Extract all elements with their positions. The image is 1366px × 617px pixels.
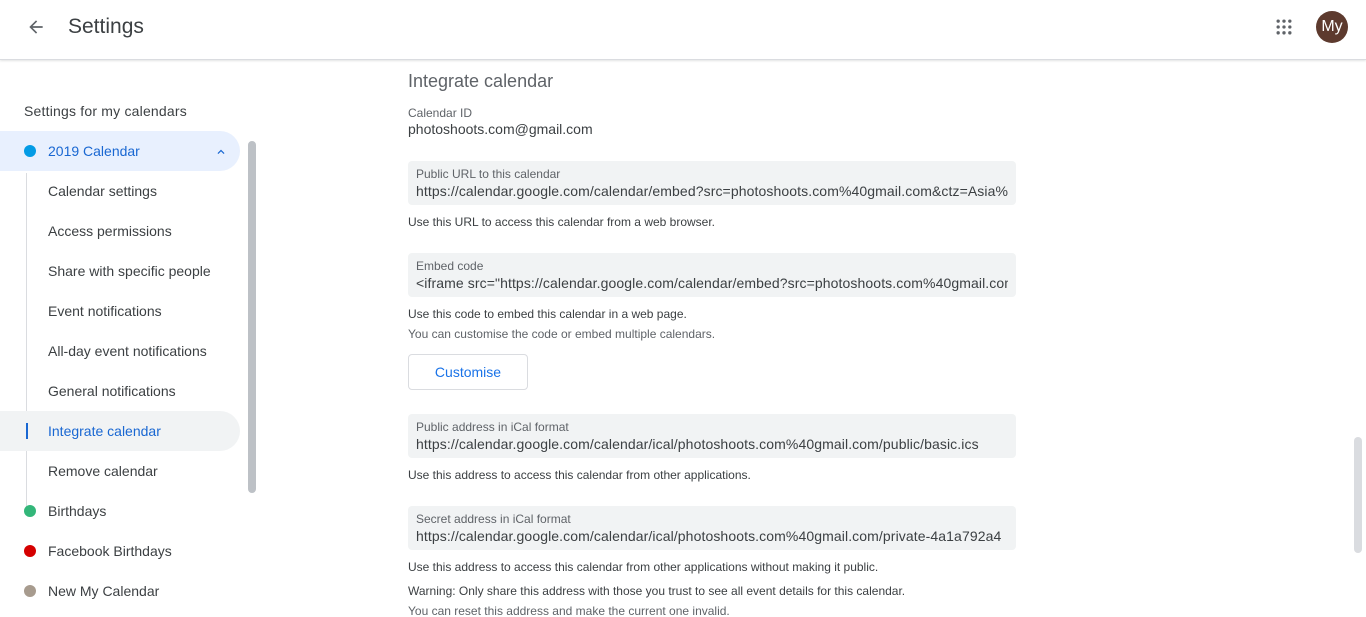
ical-secret-warning: Warning: Only share this address with th…: [408, 584, 906, 598]
selection-indicator: [26, 423, 28, 439]
ical-secret-field[interactable]: Secret address in iCal format https://ca…: [408, 506, 1016, 550]
embed-code-hint-secondary: You can customise the code or embed mult…: [408, 327, 716, 341]
embed-code-label: Embed code: [416, 259, 484, 273]
page-scrollbar[interactable]: [1354, 437, 1362, 553]
embed-code-value[interactable]: <iframe src="https://calendar.google.com…: [416, 275, 1008, 291]
calendar-id-label: Calendar ID: [408, 106, 473, 120]
public-url-field[interactable]: Public URL to this calendar https://cale…: [408, 161, 1016, 205]
public-url-label: Public URL to this calendar: [416, 167, 561, 181]
account-avatar[interactable]: My: [1316, 11, 1348, 43]
embed-code-field[interactable]: Embed code <iframe src="https://calendar…: [408, 253, 1016, 297]
ical-secret-reset-note: You can reset this address and make the …: [408, 604, 730, 617]
sidebar-heading: Settings for my calendars: [24, 103, 187, 119]
section-title: Integrate calendar: [408, 71, 554, 91]
sidebar-item-label: Access permissions: [48, 223, 172, 239]
sidebar-item-facebook-birthdays[interactable]: Facebook Birthdays: [0, 531, 240, 571]
sidebar-item-label: Facebook Birthdays: [48, 543, 172, 559]
ical-public-value[interactable]: https://calendar.google.com/calendar/ica…: [416, 436, 1008, 452]
apps-launcher-button[interactable]: [1268, 11, 1300, 43]
page-title: Settings: [68, 15, 144, 38]
sidebar-scrollbar[interactable]: [248, 141, 256, 493]
sidebar-item-label: New My Calendar: [48, 583, 160, 599]
calendar-color-dot: [24, 505, 36, 517]
sidebar-item-access-permissions[interactable]: Access permissions: [0, 211, 240, 251]
calendar-color-dot: [24, 145, 36, 157]
apps-grid-icon: [1276, 19, 1292, 35]
sidebar-item-label: All-day event notifications: [48, 343, 207, 359]
sidebar-item-label: Birthdays: [48, 503, 107, 519]
public-url-value[interactable]: https://calendar.google.com/calendar/emb…: [416, 183, 1008, 199]
sidebar-item-label: Event notifications: [48, 303, 162, 319]
ical-secret-hint: Use this address to access this calendar…: [408, 560, 879, 574]
calendar-color-dot: [24, 585, 36, 597]
sidebar-item-all-day-event-notifications[interactable]: All-day event notifications: [0, 331, 240, 371]
sidebar-item-integrate-calendar[interactable]: Integrate calendar: [0, 411, 240, 451]
sidebar-item-label: Calendar settings: [48, 183, 157, 199]
sidebar-item-label: Integrate calendar: [48, 423, 161, 439]
sidebar-item-general-notifications[interactable]: General notifications: [0, 371, 240, 411]
ical-public-field[interactable]: Public address in iCal format https://ca…: [408, 414, 1016, 458]
embed-code-hint: Use this code to embed this calendar in …: [408, 307, 687, 321]
sidebar-item-label: 2019 Calendar: [48, 143, 140, 159]
ical-secret-label: Secret address in iCal format: [416, 512, 571, 526]
settings-main: Integrate calendar Calendar ID photoshoo…: [408, 61, 1308, 617]
chevron-up-icon[interactable]: [214, 145, 228, 159]
arrow-back-icon: [29, 20, 43, 34]
sidebar-item-remove-calendar[interactable]: Remove calendar: [0, 451, 240, 491]
customise-button[interactable]: Customise: [408, 354, 528, 390]
settings-sidebar: Settings for my calendars 2019 Calendar …: [0, 61, 258, 617]
sidebar-item-birthdays[interactable]: Birthdays: [0, 491, 240, 531]
ical-public-hint: Use this address to access this calendar…: [408, 468, 751, 482]
calendar-id-value: photoshoots.com@gmail.com: [408, 121, 593, 137]
sidebar-item-2019-calendar[interactable]: 2019 Calendar: [0, 131, 240, 171]
public-url-hint: Use this URL to access this calendar fro…: [408, 215, 716, 229]
sidebar-item-label: Remove calendar: [48, 463, 158, 479]
app-header: Settings My: [0, 0, 1366, 60]
calendar-color-dot: [24, 545, 36, 557]
sidebar-item-calendar-settings[interactable]: Calendar settings: [0, 171, 240, 211]
sidebar-item-event-notifications[interactable]: Event notifications: [0, 291, 240, 331]
back-button[interactable]: [20, 11, 52, 43]
sidebar-item-label: General notifications: [48, 383, 176, 399]
ical-secret-value[interactable]: https://calendar.google.com/calendar/ica…: [416, 528, 1008, 544]
sidebar-item-label: Share with specific people: [48, 263, 211, 279]
sidebar-item-share-with-specific-people[interactable]: Share with specific people: [0, 251, 240, 291]
ical-public-label: Public address in iCal format: [416, 420, 569, 434]
sidebar-item-new-my-calendar[interactable]: New My Calendar: [0, 571, 240, 611]
